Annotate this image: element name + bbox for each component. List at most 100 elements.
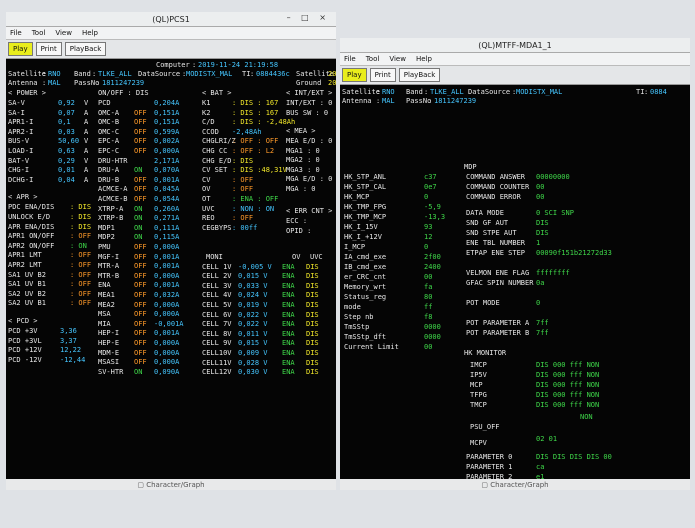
apr-value: : DIS: [70, 213, 92, 221]
menu-help[interactable]: Help: [416, 55, 432, 63]
apr-label: SA2 UV B1: [8, 299, 46, 308]
hk-value: 0000: [424, 323, 441, 331]
apr-value: : OFF: [70, 299, 92, 308]
apr-header: < APR >: [8, 193, 38, 202]
bat-label: K2: [202, 108, 211, 117]
onoff-state: OFF: [134, 137, 147, 146]
ground-label: Ground: [296, 79, 322, 87]
onoff-label: EPC-C: [98, 147, 120, 155]
play-button[interactable]: Play: [8, 42, 33, 56]
statusbar-label: Character/Graph: [490, 480, 549, 489]
onoff-value: 0,000A: [154, 358, 180, 367]
hk-label: HK_I_15V: [344, 223, 378, 231]
onoff-label: HEP-I: [98, 329, 120, 338]
menu-tool[interactable]: Tool: [32, 29, 46, 37]
hk-monitor-value: DIS 000 fff NON: [536, 401, 600, 409]
bat-value: : DIS :48,31V: [232, 166, 287, 175]
menu-file[interactable]: File: [10, 29, 22, 37]
onoff-label: MSA: [98, 310, 111, 319]
onoff-label: MTR-A: [98, 262, 120, 271]
mea-row: MGA E/D : 0: [286, 175, 333, 184]
cell-ov: ENA: [282, 262, 295, 271]
window-controls[interactable]: – □ ×: [287, 13, 330, 22]
power-value: 0,01: [58, 166, 75, 175]
bat-value: : DIS: [232, 156, 254, 165]
hk-monitor-value: DIS 000 fff NON: [536, 371, 600, 379]
band-label: Band: [74, 70, 91, 78]
menu-file[interactable]: File: [344, 55, 356, 63]
err-cnt-row: OPID :: [286, 226, 312, 235]
cell-ov: ENA: [282, 339, 295, 348]
mdp-titlebar[interactable]: (QL)MTFF-MDA1_1: [340, 38, 690, 53]
hk-label: HK_TMP_FPG: [344, 203, 387, 211]
power-label: SA-I: [8, 108, 25, 117]
onoff-label: MGF-I: [98, 252, 120, 261]
pcs1-statusbar[interactable]: ▢ Character/Graph: [6, 479, 336, 490]
pcs1-info-panel: Computer : 2019-11-24 21:19:58 Satellite…: [8, 61, 336, 87]
hk-label: TmSStp: [344, 323, 370, 331]
menu-tool[interactable]: Tool: [366, 55, 380, 63]
cell-value: 0,019 V: [238, 301, 268, 309]
onoff-label: OMC-B: [98, 118, 120, 127]
onoff-label: MDP1: [98, 223, 115, 232]
print-button[interactable]: Print: [35, 42, 62, 56]
hk-label: I_MCP: [344, 243, 366, 251]
satellite-label: Satellite: [8, 70, 46, 78]
cell-ov: ENA: [282, 301, 295, 309]
power-value: 50,60: [58, 137, 80, 146]
bat-label: OT: [202, 195, 211, 203]
satellite-value: RNO: [48, 70, 61, 78]
mea-row: MEA E/D : 0: [286, 137, 333, 145]
bat-value: : OFF: [232, 175, 254, 184]
hk-value: 2f00: [424, 253, 441, 261]
hk-value: fa: [424, 283, 433, 291]
mdp-label: COMMAND COUNTER: [466, 183, 530, 191]
playback-button[interactable]: PlayBack: [398, 68, 441, 82]
play-button[interactable]: Play: [342, 68, 367, 82]
cell-value: 0,030 V: [238, 368, 268, 377]
pcd-label: PCD +3V: [8, 327, 38, 335]
onoff-state: OFF: [134, 252, 147, 261]
onoff-state: ON: [134, 367, 143, 376]
power-value: 0,92: [58, 99, 75, 107]
onoff-label: SV-HTR: [98, 367, 124, 376]
pcs1-titlebar[interactable]: (QL)PCS1 – □ ×: [6, 12, 336, 27]
bat-value: : NON : ON: [232, 204, 275, 213]
cell-ov: ENA: [282, 310, 295, 319]
cell-label: CELL12V: [202, 368, 232, 377]
bat-label: CEGBYPS: [202, 223, 232, 232]
menu-help[interactable]: Help: [82, 29, 98, 37]
pcs1-window: (QL)PCS1 – □ × File Tool View Help Play Prin…: [6, 12, 336, 490]
power-unit: A: [84, 175, 89, 184]
onoff-value: 0,001A: [154, 252, 180, 261]
print-button[interactable]: Print: [369, 68, 396, 82]
bat-value: : OFF: [232, 185, 254, 194]
bat-value: -2,48Ah: [232, 127, 262, 136]
power-value: 0,03: [58, 127, 75, 136]
bat-label: REO: [202, 214, 215, 223]
cell-ov: ENA: [282, 272, 295, 281]
menu-view[interactable]: View: [55, 29, 72, 37]
power-value: 0,29: [58, 156, 75, 165]
datasource-value: MODISTX_MAL: [186, 70, 233, 78]
pcd-value: 3,36: [60, 327, 77, 335]
bat-value: : DIS : 167: [232, 108, 279, 117]
playback-button[interactable]: PlayBack: [64, 42, 107, 56]
onoff-state: OFF: [134, 329, 147, 338]
mdp-window: (QL)MTFF-MDA1_1 File Tool View Help Play Pri…: [340, 38, 690, 490]
hk-label: IB_cmd_exe: [344, 263, 387, 271]
onoff-value: 0,260A: [154, 204, 180, 213]
mdp-label: DATA MODE: [466, 209, 504, 217]
mea-row: MGA : 0: [286, 185, 316, 193]
mdp-statusbar[interactable]: ▢ Character/Graph: [340, 479, 690, 490]
power-label: BUS-V: [8, 137, 30, 146]
err-cnt-row: ECC :: [286, 217, 308, 225]
passno-value: 1811247239: [102, 79, 145, 87]
onoff-state: OFF: [134, 127, 147, 136]
statusbar-icon: ▢: [481, 480, 491, 489]
hk-label: mode: [344, 303, 361, 311]
ti-value: 0884: [650, 88, 667, 96]
onoff-label: MEA2: [98, 300, 115, 309]
menu-view[interactable]: View: [389, 55, 406, 63]
cell-ov: ENA: [282, 368, 295, 377]
